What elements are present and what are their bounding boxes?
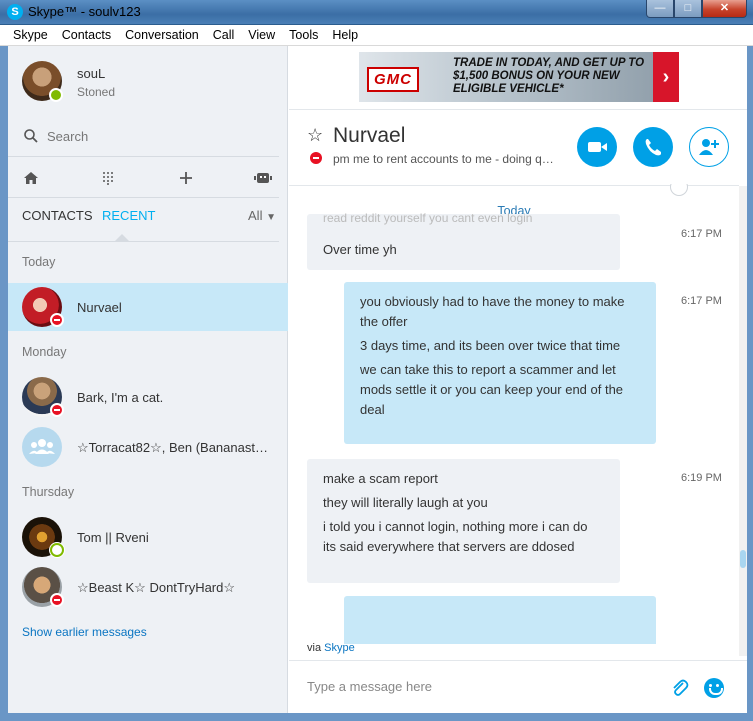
message-time: 6:19 PM — [681, 472, 722, 484]
message-line: make a scam report — [323, 471, 438, 486]
contact-item-tom[interactable]: Tom || Rveni — [8, 513, 288, 561]
menu-conversation[interactable]: Conversation — [118, 28, 206, 42]
search-label: Search — [47, 129, 89, 144]
menu-tools[interactable]: Tools — [282, 28, 325, 42]
menu-bar: Skype Contacts Conversation Call View To… — [0, 25, 753, 46]
paperclip-icon[interactable] — [670, 678, 690, 698]
show-earlier-link[interactable]: Show earlier messages — [22, 625, 147, 639]
phone-icon — [645, 139, 661, 156]
message-time: 6:17 PM — [681, 295, 722, 307]
chevron-down-icon: ▼ — [266, 212, 276, 223]
menu-skype[interactable]: Skype — [6, 28, 55, 42]
contact-item-beast[interactable]: ☆Beast K☆ DontTryHard☆ — [8, 563, 288, 611]
contact-item-bark[interactable]: Bark, I'm a cat. — [8, 373, 288, 421]
scrollbar[interactable] — [739, 186, 747, 656]
ad-banner[interactable]: GMC TRADE IN TODAY, AND GET UP TO $1,500… — [359, 52, 679, 102]
busy-status-icon — [50, 403, 64, 417]
add-people-button[interactable] — [689, 127, 729, 167]
profile-name: souL — [77, 66, 106, 81]
divider — [8, 241, 279, 242]
contact-name: ☆Beast K☆ DontTryHard☆ — [77, 580, 236, 595]
sidebar: souL Stoned Search CONTACTS RECENT All ▼… — [8, 46, 288, 713]
search-box[interactable]: Search — [22, 126, 272, 148]
contact-name: Bark, I'm a cat. — [77, 390, 164, 405]
online-status-icon — [50, 543, 64, 557]
window-title: Skype™ - soulv123 — [28, 4, 141, 19]
tab-recent[interactable]: RECENT — [102, 208, 155, 223]
scrollbar-thumb[interactable] — [740, 550, 746, 568]
menu-help[interactable]: Help — [325, 28, 365, 42]
tab-contacts[interactable]: CONTACTS — [22, 208, 93, 223]
chevron-right-icon[interactable]: › — [653, 52, 679, 102]
star-icon[interactable]: ☆ — [307, 125, 323, 146]
skype-logo-icon: S — [7, 4, 23, 20]
section-monday: Monday — [22, 345, 67, 359]
busy-status-icon — [310, 152, 322, 164]
window-frame-left — [0, 46, 8, 713]
ad-text: TRADE IN TODAY, AND GET UP TO $1,500 BON… — [453, 57, 645, 95]
audio-call-button[interactable] — [633, 127, 673, 167]
faded-message: read reddit yourself you cant even login — [323, 211, 533, 225]
chat-title[interactable]: Nurvael — [333, 124, 405, 148]
message-line: we can take this to report a scammer and… — [360, 362, 624, 417]
video-camera-icon — [588, 142, 607, 152]
tab-indicator — [115, 234, 129, 241]
message-bubble-incoming[interactable]: read reddit yourself you cant even login… — [307, 211, 620, 270]
home-icon[interactable] — [20, 167, 42, 189]
menu-call[interactable]: Call — [206, 28, 242, 42]
close-button[interactable]: ✕ — [702, 0, 747, 18]
conversation-pane: GMC TRADE IN TODAY, AND GET UP TO $1,500… — [289, 46, 747, 713]
minimize-button[interactable]: — — [646, 0, 674, 18]
add-icon[interactable] — [175, 167, 197, 189]
title-bar: S Skype™ - soulv123 — □ ✕ — [0, 0, 753, 25]
message-bubble-outgoing[interactable] — [344, 596, 656, 644]
contact-name: Tom || Rveni — [77, 530, 149, 545]
contact-item-nurvael[interactable]: Nurvael — [8, 283, 288, 331]
filter-dropdown[interactable]: All ▼ — [248, 208, 276, 223]
section-thursday: Thursday — [22, 485, 75, 499]
chat-mood: pm me to rent accounts to me - doing q… — [333, 152, 554, 166]
message-feed: Today read reddit yourself you cant even… — [289, 184, 739, 644]
divider — [289, 109, 747, 110]
via-label: via Skype — [307, 642, 355, 654]
message-line: you obviously had to have the money to m… — [360, 294, 625, 329]
filter-label: All — [248, 208, 263, 223]
group-avatar — [22, 427, 62, 467]
online-status-icon — [49, 88, 63, 102]
menu-contacts[interactable]: Contacts — [55, 28, 118, 42]
search-icon — [24, 129, 38, 143]
section-today: Today — [22, 255, 56, 269]
menu-view[interactable]: View — [241, 28, 282, 42]
contact-name: ☆Torracat82☆, Ben (Bananastr… — [77, 440, 272, 455]
video-call-button[interactable] — [577, 127, 617, 167]
message-line: they will literally laugh at you — [323, 495, 488, 510]
contact-tabs: CONTACTS RECENT All ▼ — [22, 208, 278, 232]
ad-brand-logo: GMC — [367, 67, 419, 92]
contact-name: Nurvael — [77, 300, 122, 315]
via-skype-link[interactable]: Skype — [324, 642, 355, 654]
message-input[interactable]: Type a message here — [307, 679, 567, 694]
add-person-icon — [699, 139, 719, 155]
message-time: 6:17 PM — [681, 228, 722, 240]
nav-toolbar — [8, 156, 279, 198]
window-frame-right — [747, 46, 753, 713]
message-line: Over time yh — [323, 242, 397, 257]
message-line: 3 days time, and its been over twice tha… — [360, 338, 621, 353]
maximize-button[interactable]: □ — [674, 0, 702, 18]
dialpad-icon[interactable] — [97, 167, 119, 189]
message-line: i told you i cannot login, nothing more … — [323, 519, 588, 554]
divider — [289, 660, 747, 661]
busy-status-icon — [50, 313, 64, 327]
emoticon-icon[interactable] — [704, 678, 724, 698]
globe-icon — [670, 184, 688, 196]
busy-status-icon — [50, 593, 64, 607]
message-bubble-outgoing[interactable]: you obviously had to have the money to m… — [344, 282, 656, 444]
contact-item-group[interactable]: ☆Torracat82☆, Ben (Bananastr… — [8, 423, 288, 471]
via-prefix: via — [307, 642, 322, 654]
message-bubble-incoming[interactable]: make a scam report they will literally l… — [307, 459, 620, 583]
group-icon — [29, 439, 55, 454]
window-frame-bottom — [0, 713, 753, 721]
profile-mood: Stoned — [77, 85, 116, 99]
bot-icon[interactable] — [252, 167, 274, 189]
